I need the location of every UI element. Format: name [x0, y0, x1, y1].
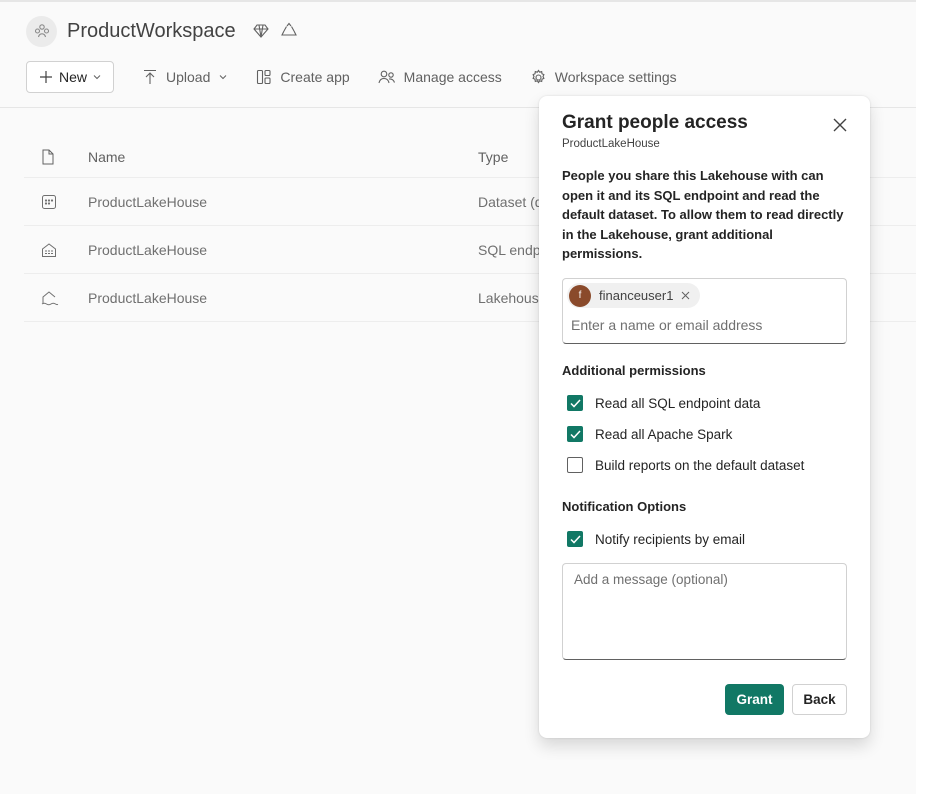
- grant-access-dialog: Grant people access ProductLakeHouse Peo…: [539, 96, 870, 738]
- premium-diamond-icon: [252, 22, 270, 40]
- additional-permissions-heading: Additional permissions: [562, 363, 706, 378]
- workspace-toolbar: New Upload Create app Manage access Work…: [26, 61, 677, 93]
- avatar: f: [569, 284, 591, 307]
- dialog-title: Grant people access: [562, 112, 748, 133]
- workspace-title: ProductWorkspace: [67, 19, 236, 42]
- create-app-label: Create app: [280, 69, 350, 85]
- grant-button[interactable]: Grant: [725, 684, 784, 715]
- notify-label: Notify recipients by email: [595, 531, 746, 547]
- notify-by-email-option[interactable]: Notify recipients by email: [567, 531, 745, 547]
- upload-button[interactable]: Upload: [142, 69, 228, 85]
- recipient-name: financeuser1: [599, 288, 674, 303]
- workspace-settings-label: Workspace settings: [554, 69, 677, 85]
- dialog-subtitle: ProductLakeHouse: [562, 138, 660, 150]
- close-icon: [833, 118, 847, 132]
- create-app-button[interactable]: Create app: [256, 69, 350, 85]
- new-button[interactable]: New: [26, 61, 115, 93]
- permission-label: Read all SQL endpoint data: [595, 395, 761, 411]
- item-name[interactable]: ProductLakeHouse: [88, 290, 207, 306]
- app-icon: [257, 69, 271, 85]
- people-picker[interactable]: f financeuser1: [562, 278, 847, 344]
- lakehouse-icon: [41, 290, 59, 306]
- item-type: Lakehouse: [478, 289, 547, 306]
- workspace-header: ProductWorkspace: [26, 14, 298, 48]
- remove-recipient-icon[interactable]: [681, 291, 690, 300]
- gear-icon: [532, 69, 545, 83]
- column-header-type[interactable]: Type: [478, 149, 508, 165]
- plus-icon: [40, 71, 52, 83]
- item-type: Dataset (d: [478, 193, 543, 210]
- dialog-description: People you share this Lakehouse with can…: [562, 168, 844, 261]
- manage-access-button[interactable]: Manage access: [378, 69, 502, 85]
- item-type: SQL endpo: [478, 241, 549, 258]
- permission-label: Read all Apache Spark: [595, 426, 733, 442]
- close-button[interactable]: [831, 116, 849, 134]
- checkbox-checked[interactable]: [567, 426, 583, 442]
- workspace-settings-button[interactable]: Workspace settings: [530, 69, 677, 86]
- recycle-icon: [280, 22, 298, 40]
- checkmark-icon: [569, 398, 581, 408]
- upload-icon: [144, 69, 157, 84]
- sql-endpoint-icon: [41, 242, 57, 258]
- dataset-icon: [41, 194, 57, 210]
- manage-access-label: Manage access: [403, 69, 502, 85]
- checkbox-checked[interactable]: [567, 531, 583, 547]
- new-button-label: New: [59, 69, 88, 85]
- column-header-name[interactable]: Name: [88, 149, 125, 165]
- chevron-down-icon: [93, 75, 101, 80]
- permission-build-reports[interactable]: Build reports on the default dataset: [567, 457, 804, 473]
- recipient-chip[interactable]: f financeuser1: [567, 283, 701, 308]
- checkmark-icon: [569, 534, 581, 544]
- checkbox-checked[interactable]: [567, 395, 583, 411]
- people-search-input[interactable]: [571, 317, 836, 333]
- workspace-avatar-icon: [26, 15, 57, 47]
- permission-apache-spark[interactable]: Read all Apache Spark: [567, 426, 732, 442]
- permission-sql-endpoint[interactable]: Read all SQL endpoint data: [567, 395, 760, 411]
- notification-options-heading: Notification Options: [562, 499, 687, 514]
- file-icon: [41, 149, 55, 165]
- chevron-down-icon: [220, 75, 227, 80]
- checkbox-unchecked[interactable]: [567, 457, 583, 473]
- upload-label: Upload: [166, 69, 211, 85]
- permission-label: Build reports on the default dataset: [595, 457, 805, 473]
- people-icon: [378, 70, 395, 84]
- item-name[interactable]: ProductLakeHouse: [88, 242, 207, 258]
- checkmark-icon: [569, 429, 581, 439]
- back-button[interactable]: Back: [792, 684, 847, 715]
- item-name[interactable]: ProductLakeHouse: [88, 194, 207, 210]
- message-textarea[interactable]: [562, 563, 847, 660]
